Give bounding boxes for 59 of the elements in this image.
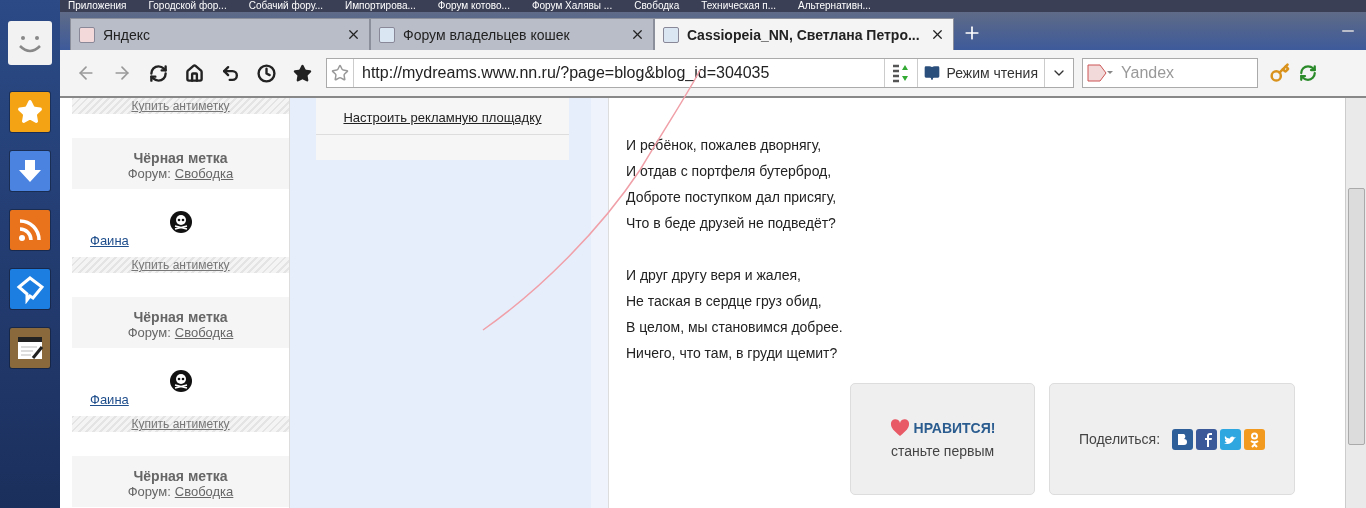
search-box[interactable]: Yandex (1082, 58, 1258, 88)
mark-title: Чёрная метка (133, 150, 228, 166)
like-button[interactable]: НРАВИТСЯ! станьте первым (850, 383, 1035, 495)
smiley-icon[interactable] (8, 21, 52, 65)
poem-line: Не таская в сердце груз обид, (626, 292, 823, 311)
buy-antimark-link[interactable]: Купить антиметку (72, 416, 289, 432)
scrollbar-thumb[interactable] (1347, 188, 1365, 445)
ad-settings-link[interactable]: Настроить рекламную площадку (316, 98, 569, 135)
vk-share-icon[interactable] (1172, 428, 1194, 450)
like-subtitle: станьте первым (890, 443, 995, 459)
rss-icon[interactable] (10, 210, 50, 250)
poem-line: И ребёнок, пожалев дворнягу, (626, 136, 823, 155)
bookmark-link[interactable]: Альтернативн... (798, 0, 871, 12)
mark-title: Чёрная метка (133, 468, 228, 484)
like-label: НРАВИТСЯ! (913, 420, 996, 436)
forum-link[interactable]: Свободка (174, 166, 234, 181)
forum-label: Форум: (127, 325, 171, 340)
search-field[interactable]: Yandex (1119, 59, 1257, 87)
buy-antimark-link[interactable]: Купить антиметку (72, 98, 289, 114)
address-bar[interactable]: http://mydreams.www.nn.ru/?page=blog&blog_id=304035 Режим чтения (326, 58, 1074, 88)
close-icon[interactable] (630, 27, 645, 42)
close-icon[interactable] (930, 27, 945, 42)
close-icon[interactable] (346, 27, 361, 42)
poem-line: В целом, мы становимся добрее. (626, 318, 844, 337)
bookmark-link[interactable]: Приложения (68, 0, 127, 12)
heart-icon (889, 419, 910, 437)
forum-link[interactable]: Свободка (174, 325, 234, 340)
search-engine-icon[interactable] (1087, 63, 1115, 83)
buy-antimark-link[interactable]: Купить антиметку (72, 257, 289, 273)
bookmark-link[interactable]: Собачий фору... (248, 0, 324, 12)
bookmark-link[interactable]: Форум котово... (437, 0, 510, 12)
bookmark-link[interactable]: Свободка (634, 0, 680, 12)
share-label: Поделиться: (1078, 431, 1161, 447)
forum-link[interactable]: Свободка (174, 484, 234, 499)
poem-line: Доброте поступком дал присягу, (626, 188, 838, 207)
poem-line: И друг другу веря и жалея, (626, 266, 802, 285)
download-icon[interactable] (10, 151, 50, 191)
skull-icon (169, 211, 192, 233)
bookmark-link[interactable]: Импортирова... (345, 0, 416, 12)
browser-tab[interactable]: Cassiopeia_NN, Светлана Петро... (654, 18, 954, 50)
poem-line: Ничего, что там, в груди щемит? (626, 344, 839, 363)
user-link[interactable]: Фаина (90, 233, 129, 248)
skull-icon (169, 370, 192, 392)
forum-label: Форум: (127, 484, 171, 499)
bookmark-link[interactable]: Техническая п... (701, 0, 777, 12)
user-link[interactable]: Фаина (90, 392, 129, 407)
odnoklassniki-share-icon[interactable] (1244, 428, 1266, 450)
poem-line: Что в беде друзей не подведёт? (626, 214, 837, 233)
book-icon (924, 65, 941, 81)
poem-line: И отдав с портфеля бутерброд, (626, 162, 833, 181)
browser-tab[interactable]: Яндекс (70, 18, 370, 50)
mark-title: Чёрная метка (133, 309, 228, 325)
reading-mode-button[interactable]: Режим чтения (917, 59, 1044, 87)
facebook-share-icon[interactable] (1196, 428, 1218, 450)
chat-bubble-icon[interactable] (10, 269, 50, 309)
bookmark-link[interactable]: Форум Халявы ... (531, 0, 613, 12)
forum-label: Форум: (127, 166, 171, 181)
browser-tab[interactable]: Форум владельцев кошек (370, 18, 654, 50)
bookmark-link[interactable]: Городской фор... (148, 0, 227, 12)
